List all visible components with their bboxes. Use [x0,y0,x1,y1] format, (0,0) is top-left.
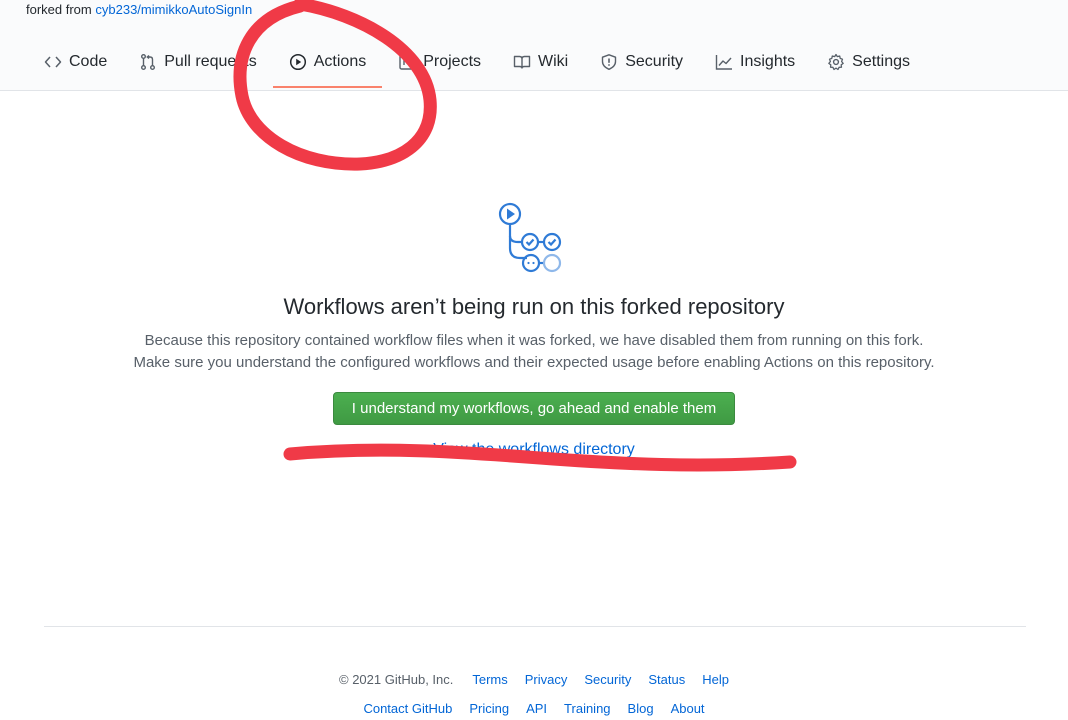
view-workflows-link[interactable]: View the workflows directory [0,441,1068,459]
fork-source-link[interactable]: cyb233/mimikkoAutoSignIn [95,2,252,17]
footer-link-pricing[interactable]: Pricing [469,701,509,716]
footer-divider [44,626,1026,627]
description-line: Make sure you understand the configured … [133,354,935,371]
tab-label: Projects [423,53,482,70]
tab-settings[interactable]: Settings [811,44,926,80]
footer-link-about[interactable]: About [671,701,705,716]
tab-label: Security [625,53,684,70]
footer-link-training[interactable]: Training [564,701,610,716]
fork-prefix: forked from [26,2,92,17]
tab-pull-requests[interactable]: Pull requests [123,44,273,80]
book-icon [513,53,531,71]
blankslate-title: Workflows aren’t being run on this forke… [283,294,785,319]
footer-row-1: © 2021 GitHub, Inc. Terms Privacy Securi… [0,668,1068,690]
pull-request-icon [139,53,157,71]
graph-icon [715,53,733,71]
tab-label: Actions [313,53,367,70]
repo-header: forked from cyb233/mimikkoAutoSignIn Cod… [0,0,1068,91]
tab-label: Pull requests [164,53,257,70]
tab-actions[interactable]: Actions [272,44,383,88]
repo-tabs: Code Pull requests Actions Projects Wiki… [28,44,926,90]
actions-disabled-blankslate: Workflows aren’t being run on this forke… [0,200,1068,459]
enable-workflows-button[interactable]: I understand my workflows, go ahead and … [332,392,736,425]
tab-insights[interactable]: Insights [699,44,811,80]
blankslate-description: Because this repository contained workfl… [0,330,1068,374]
footer-link-api[interactable]: API [526,701,547,716]
footer: © 2021 GitHub, Inc. Terms Privacy Securi… [0,668,1068,719]
play-icon [289,53,307,71]
footer-link-contact[interactable]: Contact GitHub [363,701,452,716]
footer-link-help[interactable]: Help [702,672,729,687]
footer-link-blog[interactable]: Blog [628,701,654,716]
gear-icon [827,53,845,71]
tab-code[interactable]: Code [28,44,123,80]
copyright: © 2021 GitHub, Inc. [339,671,454,687]
tab-label: Settings [852,53,910,70]
description-line: Because this repository contained workfl… [144,332,924,349]
project-icon [398,53,416,71]
footer-link-terms[interactable]: Terms [472,672,507,687]
footer-link-privacy[interactable]: Privacy [525,672,568,687]
tab-label: Code [69,53,108,70]
workflow-icon [498,202,562,273]
tab-wiki[interactable]: Wiki [497,44,584,80]
footer-link-security[interactable]: Security [584,672,631,687]
tab-label: Insights [740,53,796,70]
shield-icon [600,53,618,71]
fork-info: forked from cyb233/mimikkoAutoSignIn [26,2,252,17]
tab-projects[interactable]: Projects [382,44,497,80]
footer-link-status[interactable]: Status [648,672,685,687]
code-icon [44,53,62,71]
footer-row-2: Contact GitHub Pricing API Training Blog… [0,697,1068,719]
tab-security[interactable]: Security [584,44,699,80]
tab-label: Wiki [538,53,569,70]
